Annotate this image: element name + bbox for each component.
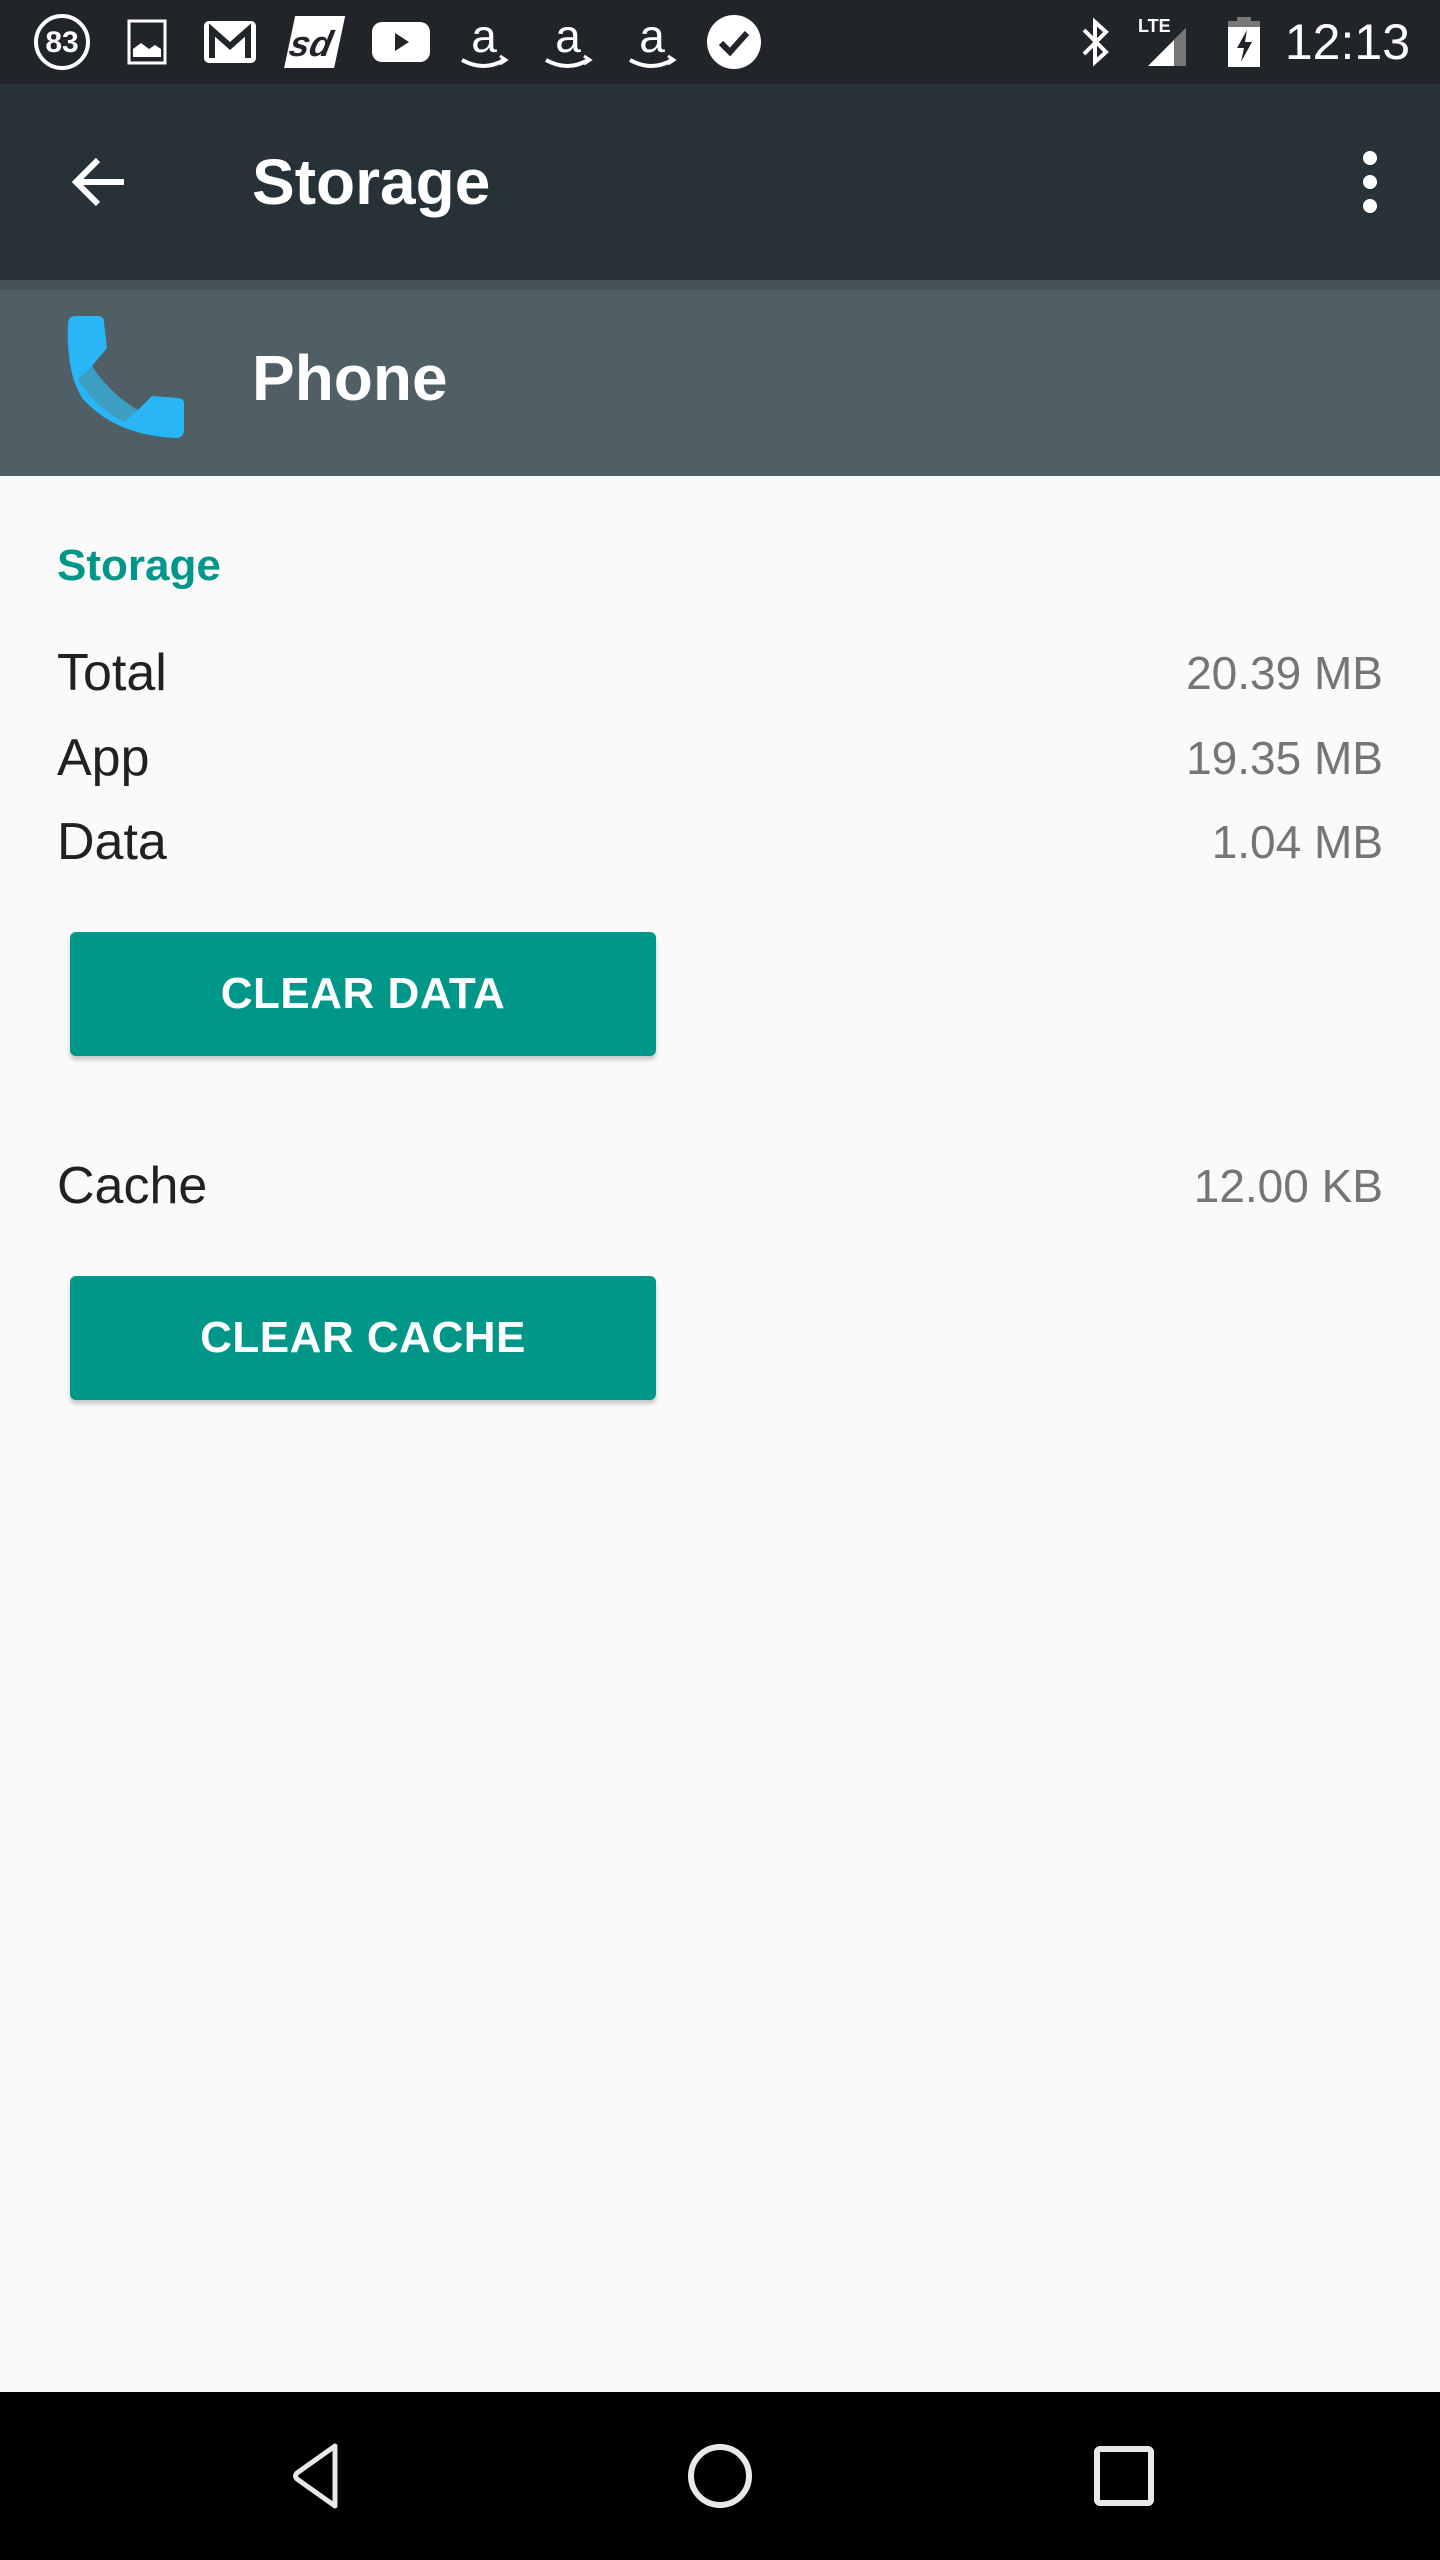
back-button[interactable] bbox=[50, 132, 150, 232]
app-name: Phone bbox=[252, 342, 448, 414]
bluetooth-icon bbox=[1076, 14, 1116, 70]
row-value: 20.39 MB bbox=[1186, 647, 1383, 699]
gmail-icon bbox=[200, 14, 260, 70]
storage-row-total: Total 20.39 MB bbox=[57, 637, 1383, 709]
nav-home-icon bbox=[688, 2444, 752, 2508]
row-label: Total bbox=[57, 644, 167, 702]
youtube-icon bbox=[370, 14, 432, 70]
svg-text:LTE: LTE bbox=[1138, 16, 1171, 36]
clear-cache-button[interactable]: CLEAR CACHE bbox=[70, 1276, 656, 1400]
cache-row: Cache 12.00 KB bbox=[57, 1150, 1383, 1222]
status-bar: 83 sd a a a LTE 12:13 bbox=[0, 0, 1440, 84]
navigation-bar bbox=[0, 2392, 1440, 2560]
row-label: Cache bbox=[57, 1157, 208, 1215]
storage-row-app: App 19.35 MB bbox=[57, 722, 1383, 794]
row-value: 19.35 MB bbox=[1186, 732, 1383, 784]
nav-home-button[interactable] bbox=[670, 2426, 770, 2526]
slickdeals-icon: sd bbox=[282, 14, 348, 70]
row-value: 1.04 MB bbox=[1211, 816, 1383, 868]
more-vert-icon bbox=[1363, 151, 1377, 165]
nav-back-button[interactable] bbox=[268, 2426, 368, 2526]
amazon-icon: a bbox=[622, 12, 682, 70]
phone-icon bbox=[60, 314, 190, 444]
toolbar: Storage bbox=[0, 84, 1440, 280]
nav-recents-button[interactable] bbox=[1074, 2426, 1174, 2526]
svg-text:a: a bbox=[639, 12, 665, 62]
lte-signal-icon: LTE bbox=[1134, 14, 1200, 70]
notification-count-icon: 83 bbox=[30, 14, 94, 70]
nav-back-icon bbox=[293, 2443, 338, 2509]
arrow-back-icon bbox=[71, 157, 124, 207]
clock: 12:13 bbox=[1284, 14, 1410, 70]
app-header: Phone bbox=[0, 280, 1440, 476]
svg-text:83: 83 bbox=[45, 26, 78, 59]
storage-section-title: Storage bbox=[57, 541, 221, 590]
svg-text:a: a bbox=[555, 12, 581, 62]
svg-text:a: a bbox=[471, 12, 497, 62]
battery-charging-icon bbox=[1224, 14, 1264, 70]
row-label: Data bbox=[57, 813, 167, 871]
more-options-button[interactable] bbox=[1330, 132, 1410, 232]
checkmark-icon bbox=[704, 14, 764, 70]
clear-data-button[interactable]: CLEAR DATA bbox=[70, 932, 656, 1056]
gallery-icon bbox=[122, 14, 172, 70]
amazon-icon: a bbox=[538, 12, 598, 70]
amazon-icon: a bbox=[454, 12, 514, 70]
row-value: 12.00 KB bbox=[1193, 1160, 1383, 1212]
nav-recents-icon bbox=[1094, 2446, 1154, 2506]
page-title: Storage bbox=[252, 146, 491, 218]
row-label: App bbox=[57, 729, 150, 787]
storage-row-data: Data 1.04 MB bbox=[57, 806, 1383, 878]
